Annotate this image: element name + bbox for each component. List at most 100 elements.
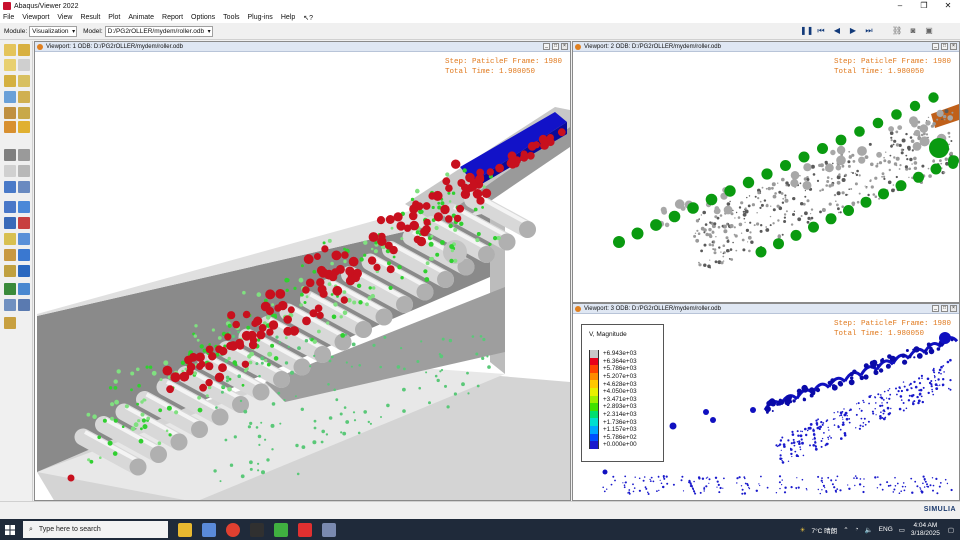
taskbar-search-box[interactable]: ⌕ Type here to search	[23, 521, 168, 538]
pause-icon[interactable]: ❚❚	[800, 26, 813, 36]
common-options-icon[interactable]	[4, 91, 16, 103]
report-icon[interactable]	[18, 165, 30, 177]
viewport-2-titlebar[interactable]: Viewport: 2 ODB: D:/PG2rOLLER/mydem/roll…	[573, 42, 959, 52]
viewport-maximize-icon[interactable]: □	[941, 305, 948, 312]
viewport-minimize-icon[interactable]: _	[932, 43, 939, 50]
viewport-1-titlebar[interactable]: Viewport: 1 ODB: D:/PG2rOLLER/mydem/roll…	[35, 42, 570, 52]
small-particle	[419, 209, 424, 214]
gray-particle	[722, 244, 726, 247]
create-xy-icon[interactable]	[4, 149, 16, 161]
whats-this-icon[interactable]: ↖?	[303, 14, 313, 22]
display-group-icon[interactable]	[4, 201, 16, 213]
menu-result[interactable]: Result	[80, 14, 100, 21]
viewport-2-canvas[interactable]: Step: PaticleF Frame: 1980 Total Time: 1…	[573, 52, 959, 302]
viewport-1-canvas[interactable]: Step: PaticleF Frame: 1980 Total Time: 1…	[35, 52, 570, 500]
menu-animate[interactable]: Animate	[128, 14, 154, 21]
first-frame-icon[interactable]: ⏮	[816, 26, 826, 36]
xy-manager-icon[interactable]	[18, 149, 30, 161]
viewport-maximize-icon[interactable]: □	[941, 43, 948, 50]
menu-file[interactable]: File	[3, 14, 14, 21]
create-path-icon[interactable]	[18, 181, 30, 193]
clock[interactable]: 4:04 AM 3/18/2025	[911, 522, 940, 538]
view-cut-icon[interactable]	[4, 233, 16, 245]
animate-time-icon[interactable]	[18, 107, 30, 119]
red-app-icon[interactable]	[298, 522, 312, 537]
path-icon[interactable]	[4, 181, 16, 193]
terminal-icon[interactable]	[250, 522, 264, 537]
plot-overlay-icon[interactable]	[4, 75, 16, 87]
menu-tools[interactable]: Tools	[223, 14, 239, 21]
green-app-icon[interactable]	[274, 522, 288, 537]
app-icon[interactable]	[202, 522, 216, 537]
active-steps-icon[interactable]	[4, 265, 16, 277]
viewport-close-icon[interactable]: ×	[950, 43, 957, 50]
viewport-close-icon[interactable]: ×	[561, 43, 568, 50]
text-annotation-icon[interactable]	[4, 299, 16, 311]
chrome-icon[interactable]	[226, 522, 240, 537]
animate-scale-icon[interactable]	[4, 107, 16, 119]
gray-particle	[749, 221, 752, 224]
fine-particle	[380, 416, 382, 418]
plot-contours-icon[interactable]	[4, 59, 16, 71]
network-icon[interactable]: ◔	[855, 526, 859, 533]
viewport-3-titlebar[interactable]: Viewport: 3 ODB: D:/PG2rOLLER/mydem/roll…	[573, 304, 959, 314]
create-field-icon[interactable]	[4, 249, 16, 261]
viewport-annotation-icon[interactable]	[18, 283, 30, 295]
last-frame-icon[interactable]: ⏭	[864, 26, 874, 36]
fine-particle	[215, 406, 218, 409]
notification-icon[interactable]: ▢	[948, 526, 954, 534]
arrow-annotation-icon[interactable]	[18, 299, 30, 311]
velocity-particle	[854, 484, 856, 487]
plot-material-icon[interactable]	[18, 75, 30, 87]
viewport-maximize-icon[interactable]: □	[552, 43, 559, 50]
previous-frame-icon[interactable]: ◀	[832, 26, 842, 36]
viewport-minimize-icon[interactable]: _	[543, 43, 550, 50]
input-icon[interactable]: ▭	[899, 526, 905, 534]
menu-plot[interactable]: Plot	[108, 14, 120, 21]
viewport-3[interactable]: Viewport: 3 ODB: D:/PG2rOLLER/mydem/roll…	[572, 303, 960, 501]
link-viewports-icon[interactable]: ⛓	[892, 26, 902, 36]
field-manager-icon[interactable]	[18, 249, 30, 261]
frames-icon[interactable]	[18, 265, 30, 277]
tray-chevron-icon[interactable]: ⌃	[843, 526, 848, 534]
menu-report[interactable]: Report	[162, 14, 183, 21]
viewport-1[interactable]: Viewport: 1 ODB: D:/PG2rOLLER/mydem/roll…	[34, 41, 571, 501]
movie-icon[interactable]: ▣	[924, 26, 934, 36]
display-group-manager-icon[interactable]	[18, 201, 30, 213]
volume-icon[interactable]: 🔈	[865, 526, 873, 534]
small-particle	[449, 258, 454, 264]
menu-options[interactable]: Options	[191, 14, 215, 21]
module-select[interactable]: Visualization ▾	[29, 25, 78, 37]
viewport-minimize-icon[interactable]: _	[932, 305, 939, 312]
view-cut-manager-icon[interactable]	[18, 233, 30, 245]
plot-deformed-icon[interactable]	[18, 44, 30, 56]
section-points-icon[interactable]	[4, 283, 16, 295]
windows-start-icon[interactable]	[0, 519, 20, 540]
free-body-icon[interactable]	[4, 217, 16, 229]
viewport-3-canvas[interactable]: V, Magnitude +6.943e+03 +6.364e+03 +5.786e…	[573, 314, 959, 500]
query-icon[interactable]	[4, 165, 16, 177]
plot-undeformed-icon[interactable]	[4, 44, 16, 56]
contour-options-icon[interactable]	[18, 91, 30, 103]
animation-options-icon[interactable]	[18, 121, 30, 133]
probe-values-icon[interactable]	[4, 317, 16, 329]
menu-plugins[interactable]: Plug-ins	[248, 14, 273, 21]
model-select[interactable]: D:/PG2rOLLER/mydem/roller.odb ▾	[104, 25, 213, 37]
plot-symbols-icon[interactable]	[18, 59, 30, 71]
next-frame-icon[interactable]: ▶	[848, 26, 858, 36]
minimize-button[interactable]: –	[888, 0, 912, 12]
animate-harmonic-icon[interactable]	[4, 121, 16, 133]
menu-viewport[interactable]: Viewport	[22, 14, 49, 21]
language-indicator[interactable]: ENG	[879, 526, 893, 533]
viewport-close-icon[interactable]: ×	[950, 305, 957, 312]
stream-icon[interactable]	[18, 217, 30, 229]
weather-icon[interactable]: ☀	[800, 526, 806, 534]
maximize-button[interactable]: ❐	[912, 0, 936, 12]
menu-view[interactable]: View	[57, 14, 72, 21]
menu-help[interactable]: Help	[281, 14, 295, 21]
viewport-2[interactable]: Viewport: 2 ODB: D:/PG2rOLLER/mydem/roll…	[572, 41, 960, 303]
file-explorer-icon[interactable]	[178, 522, 192, 537]
abaqus-taskbar-icon[interactable]	[322, 522, 336, 537]
camera-icon[interactable]: ◙	[908, 26, 918, 36]
close-button[interactable]: ✕	[936, 0, 960, 12]
